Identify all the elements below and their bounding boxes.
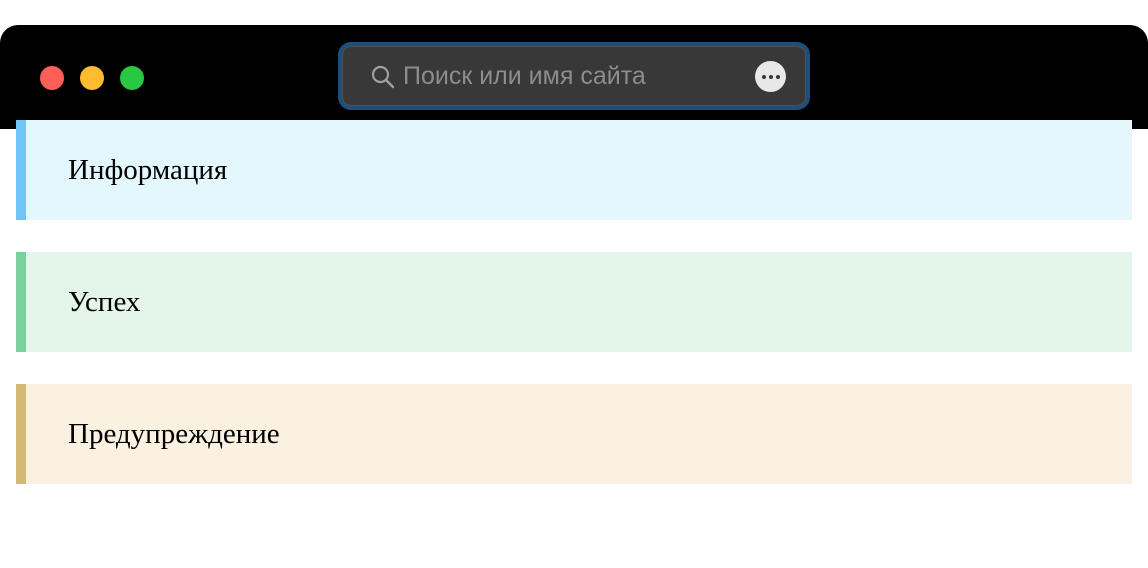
ellipsis-dot: [775, 74, 780, 79]
minimize-window-button[interactable]: [80, 66, 104, 90]
address-bar-field[interactable]: [342, 46, 806, 106]
alert-warning: Предупреждение: [16, 384, 1132, 484]
alert-info: Информация: [16, 120, 1132, 220]
address-bar[interactable]: [338, 42, 810, 110]
search-input[interactable]: [403, 55, 733, 97]
alert-info-text: Информация: [68, 153, 228, 186]
ellipsis-dot: [761, 74, 766, 79]
maximize-window-button[interactable]: [120, 66, 144, 90]
ellipsis-dot: [768, 74, 773, 79]
ellipsis-icon[interactable]: [755, 61, 786, 92]
titlebar: [0, 25, 1148, 129]
alert-success-text: Успех: [68, 285, 141, 318]
alert-success: Успех: [16, 252, 1132, 352]
alert-warning-text: Предупреждение: [68, 417, 280, 450]
search-icon: [371, 65, 395, 89]
close-window-button[interactable]: [40, 66, 64, 90]
alert-list: Информация Успех Предупреждение: [16, 120, 1132, 516]
